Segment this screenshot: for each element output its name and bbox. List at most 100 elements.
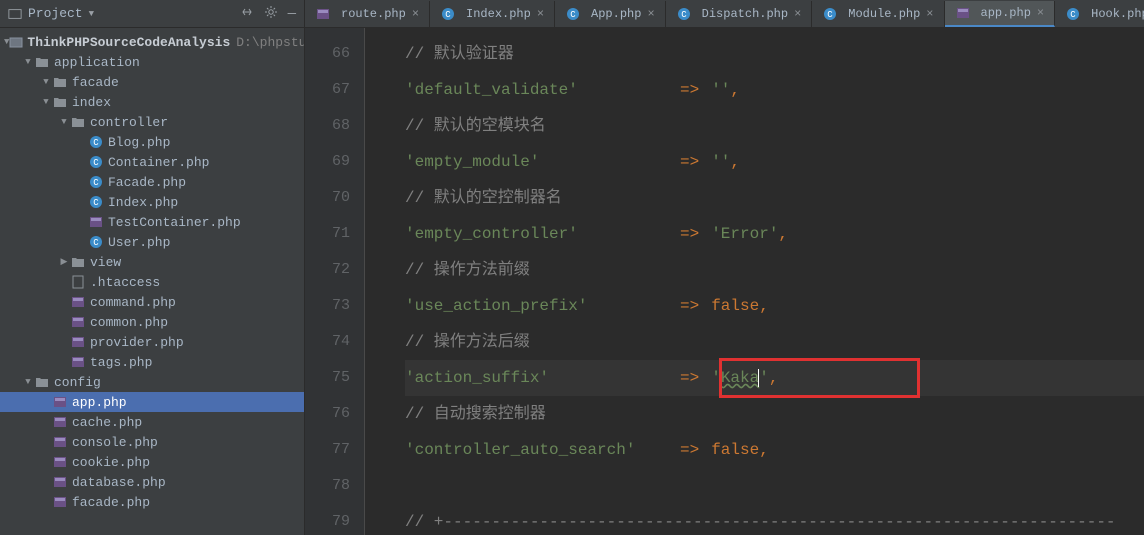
chevron-down-icon[interactable]: ▼ [89,9,94,19]
expand-icon[interactable]: ▼ [22,377,34,387]
code-line[interactable]: // 操作方法后缀 [405,324,1144,360]
tree-label: app.php [72,395,127,410]
tree-node[interactable]: provider.php [0,332,304,352]
tree-node[interactable]: TestContainer.php [0,212,304,232]
comma: , [759,432,769,468]
class-icon: C [88,194,104,210]
tree-node[interactable]: CUser.php [0,232,304,252]
close-icon[interactable]: × [412,7,419,21]
tree-node[interactable]: console.php [0,432,304,452]
minimize-icon[interactable]: — [288,6,296,22]
project-tree[interactable]: ▼ ThinkPHPSourceCodeAnalysis D:\phpstudy… [0,28,304,516]
expand-icon[interactable]: ▼ [40,77,52,87]
dir-icon [70,254,86,270]
close-icon[interactable]: × [794,7,801,21]
sidebar-title[interactable]: Project [28,6,83,21]
code-line[interactable]: 'controller_auto_search'=>false, [405,432,1144,468]
tree-node[interactable]: C Index.php [0,192,304,212]
expand-icon[interactable]: ▼ [22,57,34,67]
code-line[interactable]: 'empty_controller'=>'Error', [405,216,1144,252]
tree-label: User.php [108,235,170,250]
editor-tab[interactable]: C Dispatch.php × [666,1,813,27]
tree-node[interactable]: database.php [0,472,304,492]
svg-text:C: C [681,10,687,20]
tree-node[interactable]: ▼facade [0,72,304,92]
tree-node[interactable]: cookie.php [0,452,304,472]
code-line[interactable]: // 默认验证器 [405,36,1144,72]
tree-node[interactable]: ▼application [0,52,304,72]
tree-label: cache.php [72,415,142,430]
tree-node[interactable]: ▶ view [0,252,304,272]
expand-icon[interactable]: ▼ [58,117,70,127]
svg-text:C: C [445,10,451,20]
gear-icon[interactable] [264,5,278,23]
tree-node[interactable]: cache.php [0,412,304,432]
project-sidebar: Project ▼ — ▼ ThinkPHPSourceCodeAnalysis… [0,0,305,535]
tree-node[interactable]: common.php [0,312,304,332]
tree-label: Index.php [108,195,178,210]
comma: , [730,72,740,108]
expand-icon[interactable]: ▼ [40,97,52,107]
arrow-op: => [680,432,699,468]
expand-icon[interactable]: ▶ [58,257,70,267]
code-content[interactable]: // 默认验证器'default_validate'=>'',// 默认的空模块… [365,28,1144,535]
close-icon[interactable]: × [1037,6,1044,20]
tree-node[interactable]: command.php [0,292,304,312]
config-key: 'action_suffix' [405,369,549,387]
php-icon [70,294,86,310]
tree-node[interactable]: .htaccess [0,272,304,292]
code-line[interactable]: // +------------------------------------… [405,504,1144,535]
svg-text:C: C [93,158,99,168]
tree-node[interactable]: tags.php [0,352,304,372]
tree-node[interactable]: CBlog.php [0,132,304,152]
php-icon [88,214,104,230]
tree-node[interactable]: app.php [0,392,304,412]
tab-label: App.php [591,7,641,21]
editor-tab[interactable]: CModule.php× [812,1,944,27]
editor-tab[interactable]: C App.php × [555,1,666,27]
php-icon [52,434,68,450]
code-line[interactable]: // 默认的空控制器名 [405,180,1144,216]
close-icon[interactable]: × [647,7,654,21]
dir-icon [70,114,86,130]
collapse-icon[interactable] [240,5,254,23]
tree-node[interactable]: ▼controller [0,112,304,132]
tree-node[interactable]: CContainer.php [0,152,304,172]
editor-tab[interactable]: CIndex.php× [430,1,555,27]
tree-node[interactable]: facade.php [0,492,304,512]
editor-tab[interactable]: route.php × [305,1,430,27]
code-line[interactable]: // 默认的空模块名 [405,108,1144,144]
php-icon [52,474,68,490]
php-icon [52,414,68,430]
tree-node[interactable]: CFacade.php [0,172,304,192]
close-icon[interactable]: × [537,7,544,21]
svg-text:C: C [570,10,576,20]
class-icon: C [88,174,104,190]
tree-label: TestContainer.php [108,215,241,230]
file-icon [70,274,86,290]
module-icon [9,34,23,50]
php-icon [70,314,86,330]
editor-tab[interactable]: app.php× [945,1,1056,27]
php-icon [52,394,68,410]
code-line[interactable]: // 自动搜索控制器 [405,396,1144,432]
tree-node[interactable]: ▼config [0,372,304,392]
class-icon: C [88,134,104,150]
tree-root[interactable]: ▼ ThinkPHPSourceCodeAnalysis D:\phpstudy… [0,32,304,52]
code-line[interactable]: // 操作方法前缀 [405,252,1144,288]
code-line[interactable]: 'empty_module'=>'', [405,144,1144,180]
code-line[interactable]: 'default_validate'=>'', [405,72,1144,108]
editor-area: route.php×CIndex.php×CApp.php×CDispatch.… [305,0,1144,535]
close-icon[interactable]: × [926,7,933,21]
code-area[interactable]: 6667686970717273747576777879 // 默认验证器'de… [305,28,1144,535]
editor-tab[interactable]: CHook.php× [1055,1,1144,27]
tree-node[interactable]: ▼index [0,92,304,112]
comment: // 默认的空控制器名 [405,180,562,216]
comment: // 操作方法后缀 [405,324,530,360]
editor-tabs: route.php×CIndex.php×CApp.php×CDispatch.… [305,0,1144,28]
tab-label: route.php [341,7,406,21]
code-line[interactable]: 'use_action_prefix'=>false, [405,288,1144,324]
tree-label: view [90,255,121,270]
code-line[interactable] [405,468,1144,504]
tab-label: Dispatch.php [702,7,788,21]
